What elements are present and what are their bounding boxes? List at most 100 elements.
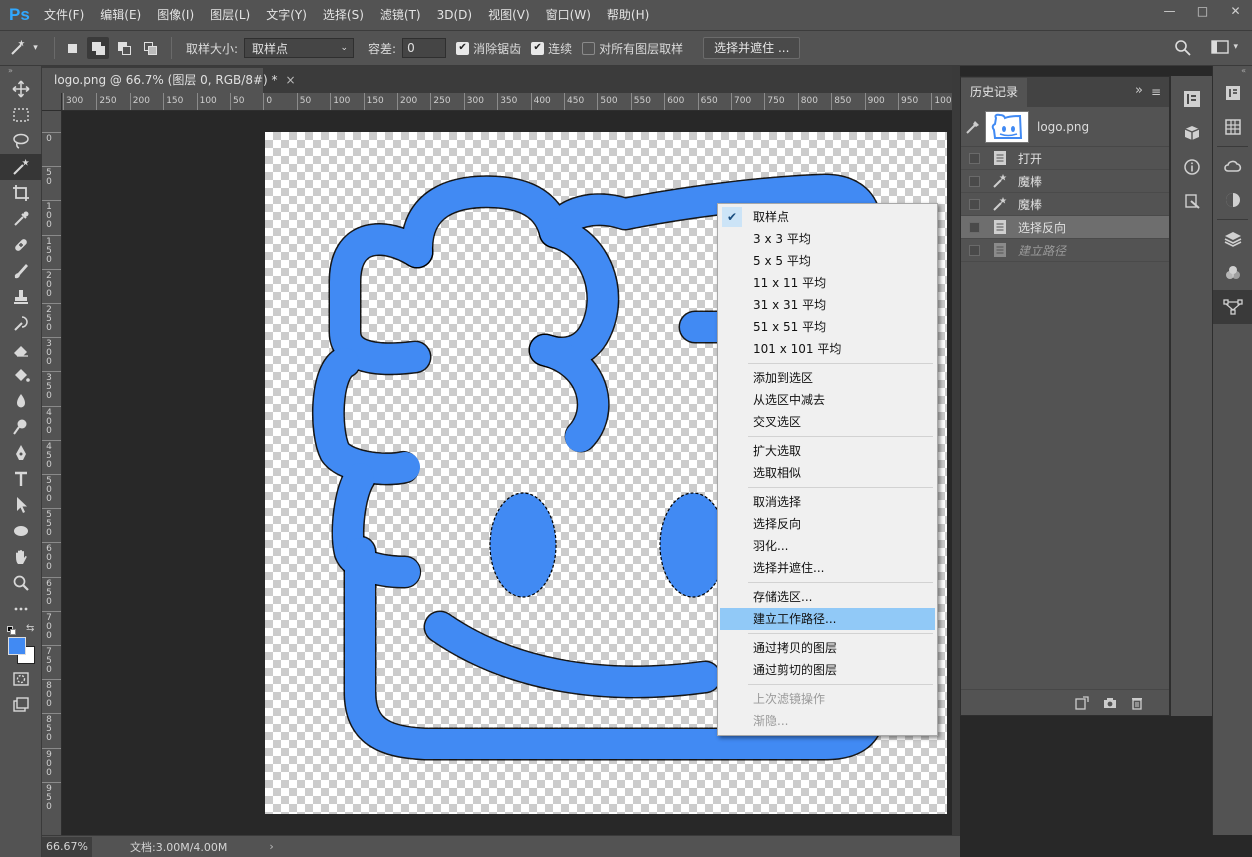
antialias-checkbox[interactable]: ✔: [456, 41, 470, 55]
sample-all-layers-checkbox[interactable]: [582, 41, 596, 55]
status-menu-arrow[interactable]: ›: [269, 840, 273, 853]
default-colors-icon[interactable]: [7, 626, 16, 635]
close-tab-icon[interactable]: ×: [286, 73, 296, 87]
more-tools[interactable]: [0, 596, 42, 622]
search-button[interactable]: [1174, 39, 1192, 60]
context-menu-item[interactable]: 存储选区...: [720, 586, 935, 608]
history-source-checkbox[interactable]: [969, 175, 980, 187]
pen-tool[interactable]: [0, 440, 42, 466]
path-selection-tool[interactable]: [0, 492, 42, 518]
type-tool[interactable]: [0, 466, 42, 492]
history-source-checkbox[interactable]: [969, 221, 980, 233]
hand-tool[interactable]: [0, 544, 42, 570]
menu-item[interactable]: 滤镜(T): [372, 0, 429, 30]
quick-mask-button[interactable]: [0, 666, 42, 692]
history-source-checkbox[interactable]: [969, 198, 980, 210]
close-button[interactable]: ✕: [1219, 0, 1252, 22]
camera-icon[interactable]: [1103, 697, 1117, 709]
lasso-tool[interactable]: [0, 128, 42, 154]
history-source-checkbox[interactable]: [969, 244, 980, 256]
horizontal-ruler[interactable]: 300 250 200 150 100 50 0 50 100 150 200 250 300 350 40…: [62, 93, 957, 111]
swap-colors-icon[interactable]: ⇆: [26, 623, 34, 634]
info-panel-button[interactable]: [1171, 150, 1213, 184]
paths-panel-button[interactable]: [1171, 184, 1213, 218]
history-state[interactable]: 建立路径: [961, 239, 1169, 262]
menu-item[interactable]: 文字(Y): [258, 0, 315, 30]
context-menu-item[interactable]: 101 x 101 平均: [720, 338, 935, 360]
tool-preset-picker[interactable]: ▾: [0, 30, 48, 66]
menu-item[interactable]: 窗口(W): [538, 0, 599, 30]
sample-size-select[interactable]: 取样点 ⌄: [244, 38, 355, 58]
foreground-color-swatch[interactable]: [8, 637, 26, 655]
clone-stamp-tool[interactable]: [0, 284, 42, 310]
brush-tool[interactable]: [0, 258, 42, 284]
minimize-button[interactable]: —: [1153, 0, 1186, 22]
menu-item[interactable]: 视图(V): [480, 0, 538, 30]
history-source-checkbox[interactable]: [969, 152, 980, 164]
context-menu-item[interactable]: 11 x 11 平均: [720, 272, 935, 294]
maximize-button[interactable]: □: [1186, 0, 1219, 22]
select-and-mask-button[interactable]: 选择并遮住 ...: [703, 37, 801, 59]
properties-panel-button[interactable]: [1213, 76, 1252, 110]
history-state[interactable]: 魔棒: [961, 170, 1169, 193]
blur-tool[interactable]: [0, 388, 42, 414]
context-menu-item[interactable]: 扩大选取: [720, 440, 935, 462]
zoom-field[interactable]: 66.67%: [42, 836, 92, 857]
context-menu-item[interactable]: ✔ 取样点: [720, 206, 935, 228]
menu-item[interactable]: 帮助(H): [599, 0, 657, 30]
eraser-tool[interactable]: [0, 336, 42, 362]
history-brush-tool[interactable]: [0, 310, 42, 336]
intersect-selection-button[interactable]: [139, 37, 161, 59]
marquee-tool[interactable]: [0, 102, 42, 128]
tab-history[interactable]: 历史记录: [961, 78, 1028, 107]
context-menu-item[interactable]: 从选区中减去: [720, 389, 935, 411]
subtract-from-selection-button[interactable]: [113, 37, 135, 59]
history-state[interactable]: 打开: [961, 147, 1169, 170]
collapse-panel-icon[interactable]: »: [1135, 83, 1143, 98]
context-menu-item[interactable]: 交叉选区: [720, 411, 935, 433]
document-tab[interactable]: logo.png @ 66.7% (图层 0, RGB/8#) * ×: [42, 68, 296, 93]
trash-icon[interactable]: [1131, 696, 1143, 710]
zoom-tool[interactable]: [0, 570, 42, 596]
menu-item[interactable]: 图层(L): [202, 0, 258, 30]
paths-panel-button[interactable]: [1213, 290, 1252, 324]
context-menu-item[interactable]: 选择并遮住...: [720, 557, 935, 579]
dock-collapse-icon[interactable]: «: [1213, 66, 1252, 76]
context-menu-item[interactable]: 选取相似: [720, 462, 935, 484]
ellipse-tool[interactable]: [0, 518, 42, 544]
context-menu-item[interactable]: 5 x 5 平均: [720, 250, 935, 272]
menu-item[interactable]: 选择(S): [315, 0, 372, 30]
history-state[interactable]: 选择反向: [961, 216, 1169, 239]
healing-brush-tool[interactable]: [0, 232, 42, 258]
add-to-selection-button[interactable]: [87, 37, 109, 59]
context-menu-item[interactable]: 羽化...: [720, 535, 935, 557]
libraries-panel-button[interactable]: [1213, 149, 1252, 183]
history-panel-button[interactable]: [1171, 82, 1213, 116]
tolerance-input[interactable]: 0: [402, 38, 447, 58]
move-tool[interactable]: [0, 76, 42, 102]
context-menu-item[interactable]: 建立工作路径...: [720, 608, 935, 630]
ruler-origin[interactable]: [42, 93, 62, 111]
screen-mode-button[interactable]: [0, 692, 42, 718]
magic-wand-tool[interactable]: [0, 154, 42, 180]
context-menu-item[interactable]: 通过剪切的图层: [720, 659, 935, 681]
menu-item[interactable]: 编辑(E): [92, 0, 149, 30]
3d-panel-button[interactable]: [1171, 116, 1213, 150]
menu-item[interactable]: 文件(F): [36, 0, 92, 30]
history-state[interactable]: 魔棒: [961, 193, 1169, 216]
dodge-tool[interactable]: [0, 414, 42, 440]
context-menu-item[interactable]: 选择反向: [720, 513, 935, 535]
toolbox-collapse-icon[interactable]: »: [0, 66, 41, 76]
eyedropper-tool[interactable]: [0, 206, 42, 232]
crop-tool[interactable]: [0, 180, 42, 206]
context-menu-item[interactable]: 通过拷贝的图层: [720, 637, 935, 659]
menu-item[interactable]: 3D(D): [429, 0, 480, 30]
menu-item[interactable]: 图像(I): [149, 0, 202, 30]
context-menu-item[interactable]: 添加到选区: [720, 367, 935, 389]
adjustments-panel-button[interactable]: [1213, 183, 1252, 217]
history-snapshot[interactable]: logo.png: [961, 107, 1169, 147]
new-selection-button[interactable]: [61, 37, 83, 59]
context-menu-item[interactable]: 31 x 31 平均: [720, 294, 935, 316]
panel-menu-icon[interactable]: ≡: [1151, 85, 1161, 99]
layers-panel-button[interactable]: [1213, 222, 1252, 256]
